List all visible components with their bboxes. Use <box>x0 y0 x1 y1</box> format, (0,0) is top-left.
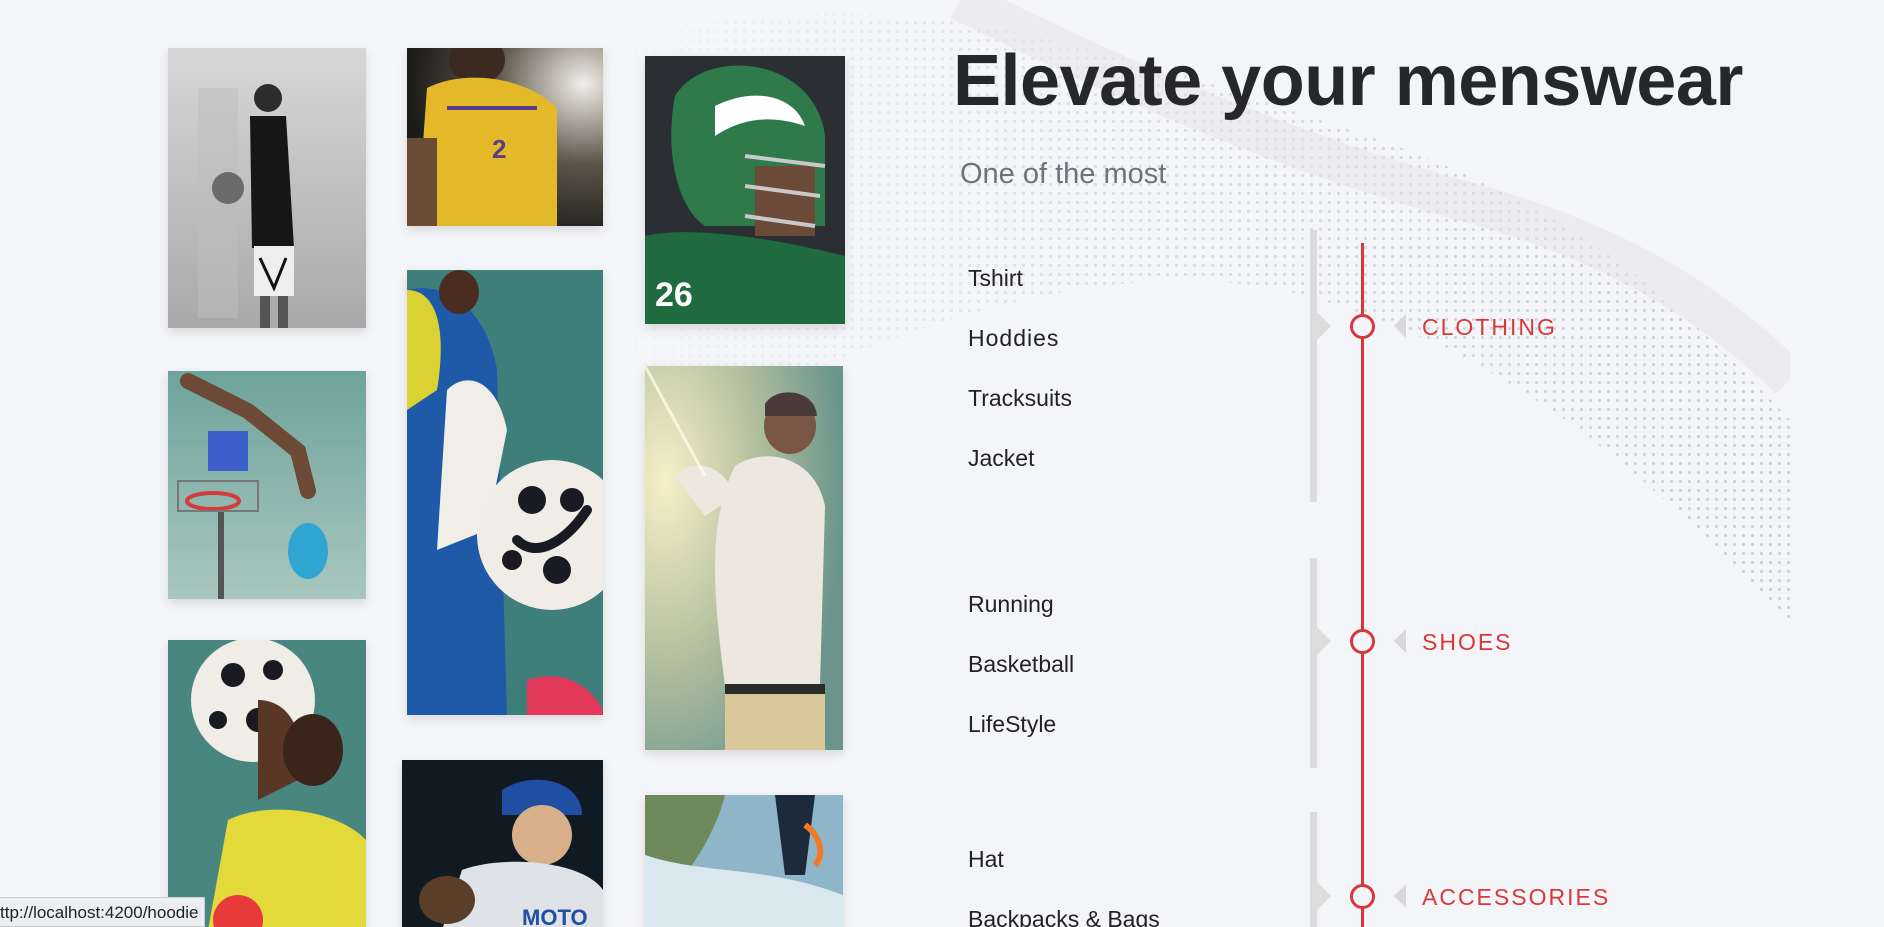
shoes-group-notch <box>1317 627 1331 655</box>
timeline-line <box>1361 243 1364 927</box>
accessories-node <box>1350 884 1375 909</box>
accessories-group-notch <box>1317 882 1331 910</box>
photo-soccer-goalkeeper[interactable] <box>168 640 366 927</box>
page-title: Elevate your menswear <box>953 41 1743 121</box>
category-item-running[interactable]: Running <box>968 591 1054 618</box>
category-item-hat[interactable]: Hat <box>968 846 1004 873</box>
category-shoes[interactable]: SHOES <box>1422 629 1513 656</box>
svg-text:26: 26 <box>655 276 693 314</box>
photo-baseball-batter[interactable] <box>645 366 843 750</box>
clothing-pointer <box>1394 314 1406 338</box>
svg-text:2: 2 <box>492 134 506 164</box>
category-item-basketball[interactable]: Basketball <box>968 651 1074 678</box>
photo-soccer-ball[interactable] <box>407 270 603 715</box>
category-item-backpacks-bags[interactable]: Backpacks & Bags <box>968 906 1160 927</box>
clothing-node <box>1350 314 1375 339</box>
photo-hoodie-player[interactable] <box>168 48 366 328</box>
category-item-lifestyle[interactable]: LifeStyle <box>968 711 1056 738</box>
page: 2 26 MOTO Elevate your menswear One of t… <box>0 0 1884 927</box>
photo-dunk[interactable] <box>168 371 366 599</box>
clothing-group-notch <box>1317 312 1331 340</box>
category-item-tshirt[interactable]: Tshirt <box>968 265 1023 292</box>
photo-lakers-player[interactable]: 2 <box>407 48 603 226</box>
category-clothing[interactable]: CLOTHING <box>1422 314 1557 341</box>
svg-text:MOTO: MOTO <box>522 905 588 927</box>
status-bar-url: ttp://localhost:4200/hoodie <box>0 897 206 927</box>
photo-baseball-pitcher[interactable]: MOTO <box>402 760 603 927</box>
shoes-pointer <box>1394 629 1406 653</box>
shoes-group-bar <box>1310 558 1317 768</box>
photo-football-helmet[interactable]: 26 <box>645 56 845 324</box>
shoes-node <box>1350 629 1375 654</box>
page-subtitle: One of the most <box>960 158 1167 190</box>
category-accessories[interactable]: ACCESSORIES <box>1422 884 1610 911</box>
accessories-group-bar <box>1310 812 1317 927</box>
category-item-jacket[interactable]: Jacket <box>968 445 1034 472</box>
accessories-pointer <box>1394 884 1406 908</box>
category-item-tracksuits[interactable]: Tracksuits <box>968 385 1072 412</box>
category-item-hoddies[interactable]: Hoddies <box>968 325 1059 352</box>
clothing-group-bar <box>1310 230 1317 502</box>
photo-coast[interactable] <box>645 795 843 927</box>
